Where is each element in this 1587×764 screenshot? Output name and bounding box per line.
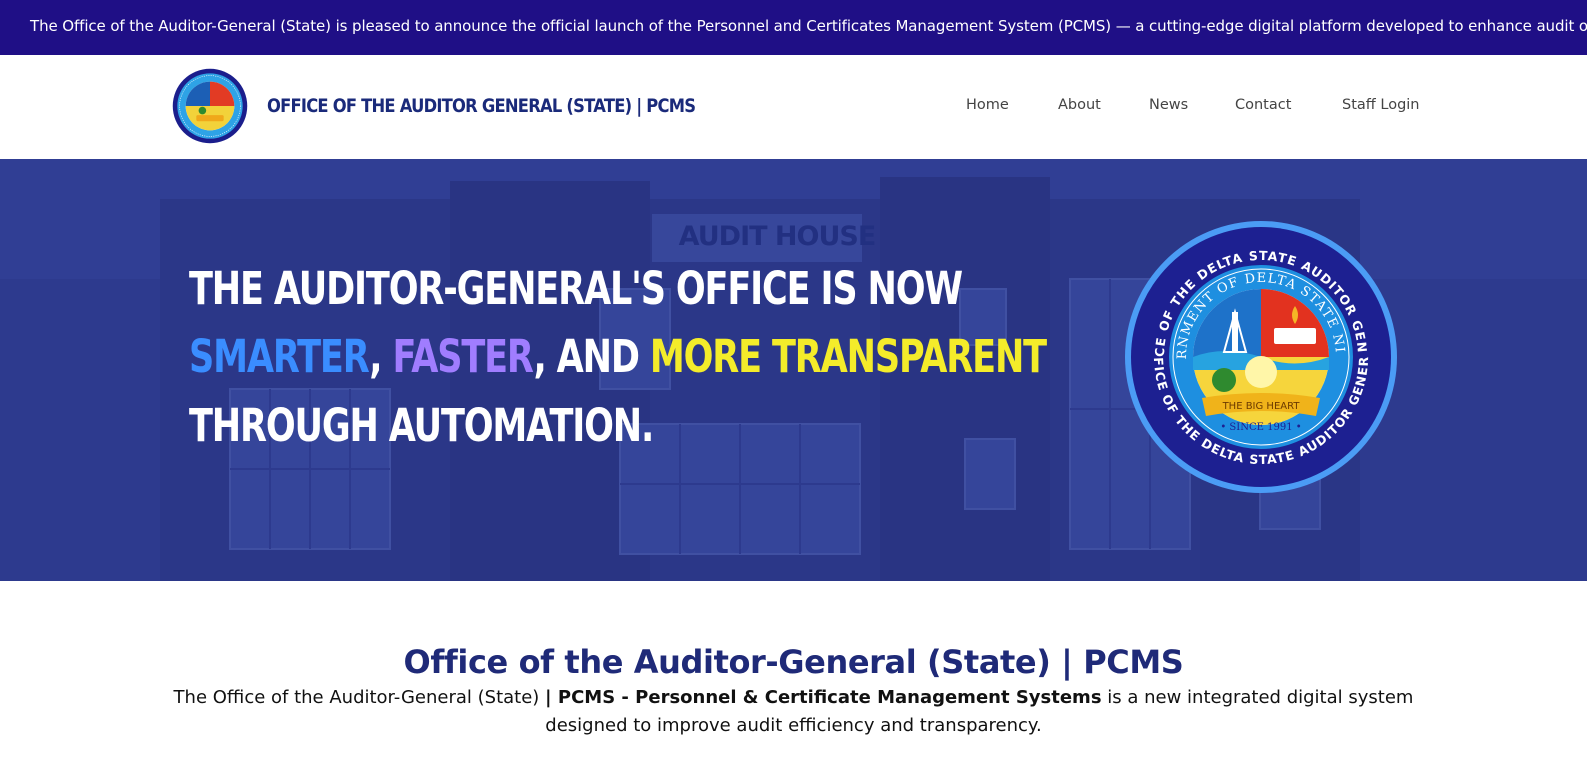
intro-text-part1: The Office of the Auditor-General (State… — [173, 687, 546, 708]
seal-since-text: • SINCE 1991 • — [1220, 422, 1301, 433]
intro-text-bold: | PCMS - Personnel & Certificate Managem… — [545, 687, 1102, 708]
nav-home[interactable]: Home — [966, 97, 1009, 113]
nav-staff-login[interactable]: Staff Login — [1342, 97, 1420, 113]
hero-word-and: , AND — [533, 330, 640, 383]
announcement-ticker: The Office of the Auditor-General (State… — [0, 0, 1587, 55]
hero-word-faster: FASTER — [392, 330, 534, 383]
hero-headline-line1: THE AUDITOR-GENERAL'S OFFICE IS NOW — [189, 262, 963, 315]
intro-title: Office of the Auditor-General (State) | … — [403, 643, 1184, 681]
hero-word-smarter: SMARTER — [189, 330, 370, 383]
hero-comma: , — [369, 330, 382, 383]
hero-word-more-transparent: MORE TRANSPARENT — [649, 330, 1047, 383]
delta-state-auditor-general-seal-icon: OFFICE OF THE DELTA STATE AUDITOR GENERA… — [1124, 220, 1397, 493]
nav-news[interactable]: News — [1149, 97, 1188, 113]
nav-contact[interactable]: Contact — [1235, 97, 1291, 113]
nav-about[interactable]: About — [1058, 97, 1101, 113]
intro-description: The Office of the Auditor-General (State… — [150, 684, 1437, 740]
site-title[interactable]: OFFICE OF THE AUDITOR GENERAL (STATE) | … — [267, 95, 696, 117]
hero-headline-line3: THROUGH AUTOMATION. — [189, 399, 654, 452]
logo-seal-icon[interactable] — [172, 68, 248, 144]
seal-ribbon-text: THE BIG HEART — [1222, 401, 1301, 412]
hero-banner: AUDIT HOUSE THE AUDITOR-GENERAL'S OFFICE… — [0, 159, 1587, 581]
ticker-text: The Office of the Auditor-General (State… — [30, 17, 1587, 35]
hero-headline-line2: SMARTER, FASTER, AND MORE TRANSPARENT — [189, 330, 1047, 383]
site-header: OFFICE OF THE AUDITOR GENERAL (STATE) | … — [0, 55, 1587, 159]
